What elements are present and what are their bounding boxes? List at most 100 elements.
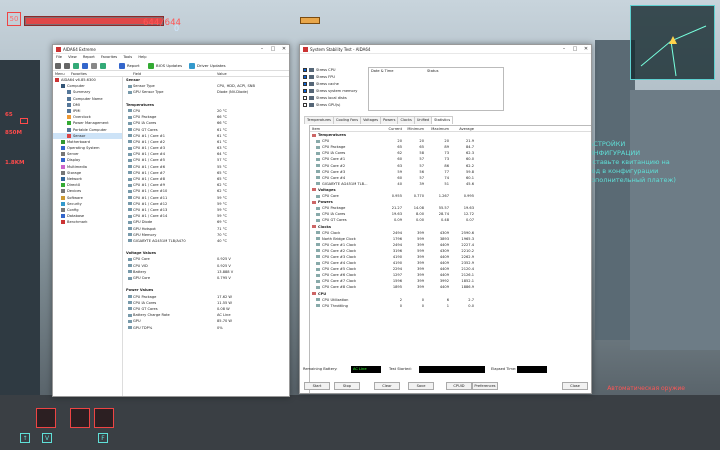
tree-item-label: Storage (67, 170, 82, 175)
tree-item-label: DMI (73, 102, 80, 107)
report-icon[interactable] (119, 63, 125, 69)
checkbox[interactable] (303, 103, 307, 107)
tree-item[interactable]: Benchmark (53, 219, 122, 225)
close-icon[interactable]: ✕ (279, 45, 289, 54)
bios-updates-button[interactable]: BIOS Updates (156, 63, 182, 68)
sensor-icon (128, 128, 132, 131)
aida-tree: AIDA64 v6.85.6300 Computer Summary Computer… (53, 77, 123, 396)
item-icon (316, 182, 320, 186)
stress-check-5[interactable]: Stress GPU(s) (303, 102, 340, 108)
close-button[interactable]: Close (562, 382, 588, 390)
tab-powers[interactable]: Powers (380, 116, 399, 124)
quickslot-3 (94, 408, 114, 428)
component-icon (309, 68, 314, 72)
tree-item-icon (61, 158, 65, 163)
item-icon (316, 304, 320, 308)
sensor-icon (128, 257, 132, 261)
tree-item-icon (61, 146, 65, 151)
close-icon[interactable]: ✕ (581, 45, 591, 54)
aida-sensor-list: Sensor Sensor Type CPU, HDD, ACPI, SNB GPU … (125, 77, 289, 396)
drop-indicator: 0 (174, 24, 180, 33)
menu-view[interactable]: View (68, 55, 77, 59)
stats-minimum: 0 (421, 303, 424, 308)
minimize-icon[interactable]: – (257, 45, 267, 54)
checkbox[interactable] (303, 89, 307, 93)
stats-row[interactable]: CPU Throttling 0 0 1 0.0 (310, 303, 591, 309)
tree-item-icon (61, 195, 65, 200)
checkbox[interactable] (303, 68, 307, 72)
tab-cooling-fans[interactable]: Cooling Fans (333, 116, 362, 124)
save-button[interactable]: Save (408, 382, 434, 390)
tab-unified[interactable]: Unified (413, 116, 433, 124)
driver-icon[interactable] (189, 63, 195, 69)
forward-icon[interactable] (64, 63, 70, 69)
check-label: Stress GPU(s) (316, 103, 341, 107)
up-icon[interactable] (73, 63, 79, 69)
tree-item-label: Multimedia (67, 164, 87, 169)
stop-button[interactable]: Stop (334, 382, 360, 390)
stability-test-window[interactable]: System Stability Test - AIDA64 – □ ✕ Str… (299, 44, 592, 394)
item-icon (316, 157, 320, 161)
user-icon[interactable] (91, 63, 97, 69)
tree-item-icon (61, 207, 65, 212)
item-icon (316, 237, 320, 241)
tab-temperatures[interactable]: Temperatures (304, 116, 334, 124)
menu-report[interactable]: Report (83, 55, 95, 59)
sensor-icon (128, 158, 132, 162)
report-button[interactable]: Report (127, 63, 140, 68)
chart-icon[interactable] (100, 63, 106, 69)
sensor-icon (128, 313, 132, 317)
check-label: Stress FPU (316, 75, 336, 79)
checkbox[interactable] (303, 96, 307, 100)
menu-favorites[interactable]: Favorites (101, 55, 117, 59)
aida-titlebar[interactable]: AIDA64 Extreme – □ ✕ (53, 45, 289, 54)
item-icon (316, 249, 320, 253)
tab-voltages[interactable]: Voltages (360, 116, 382, 124)
sensor-icon (128, 202, 132, 206)
checkbox[interactable] (303, 75, 307, 79)
back-icon[interactable] (55, 63, 61, 69)
maximize-icon[interactable]: □ (268, 45, 278, 54)
statistics-table: Item Current Minimum Maximum Average Tem… (309, 125, 591, 393)
tab-clocks[interactable]: Clocks (397, 116, 415, 124)
tree-item-icon (61, 170, 65, 175)
minimize-icon[interactable]: – (559, 45, 569, 54)
stress-check-3[interactable]: Stress system memory (303, 88, 357, 94)
tab-statistics[interactable]: Statistics (431, 116, 454, 124)
sensor-icon (128, 146, 132, 150)
sensor-icon (128, 227, 132, 230)
check-label: Stress local disks (316, 96, 347, 100)
refresh-icon[interactable] (82, 63, 88, 69)
stress-check-2[interactable]: Stress cache (303, 81, 339, 87)
sst-titlebar[interactable]: System Stability Test - AIDA64 – □ ✕ (300, 45, 591, 54)
menu-tools[interactable]: Tools (123, 55, 132, 59)
preferences-button[interactable]: Preferences (472, 382, 498, 390)
maximize-icon[interactable]: □ (570, 45, 580, 54)
sensor-row[interactable]: GPU TDP% 0% (125, 325, 289, 331)
menu-help[interactable]: Help (138, 55, 146, 59)
stress-check-4[interactable]: Stress local disks (303, 95, 347, 101)
tree-item-icon (61, 183, 65, 188)
tree-item-icon (61, 177, 65, 181)
cpuid-button[interactable]: CPUID (446, 382, 472, 390)
item-icon (316, 267, 320, 271)
clear-button[interactable]: Clear (374, 382, 400, 390)
menu-file[interactable]: File (56, 55, 62, 59)
stress-check-0[interactable]: Stress CPU (303, 67, 336, 73)
bios-icon[interactable] (148, 63, 154, 69)
tree-item-icon (67, 108, 71, 113)
objective-line: вход в конфигурации (584, 167, 659, 175)
tree-item-icon (61, 84, 65, 89)
tree-item-icon (61, 220, 65, 225)
stress-check-1[interactable]: Stress FPU (303, 74, 335, 80)
checkbox[interactable] (303, 82, 307, 86)
sensor-icon (128, 189, 132, 193)
item-icon (316, 170, 320, 174)
start-button[interactable]: Start (304, 382, 330, 390)
sensor-icon (128, 121, 132, 125)
log-header-date: Date & Time (371, 69, 394, 73)
aida64-window[interactable]: AIDA64 Extreme – □ ✕ File View Report Fa… (52, 44, 290, 397)
driver-updates-button[interactable]: Driver Updates (197, 63, 226, 68)
tree-item-label: DirectX (67, 183, 81, 188)
hotkey-v: V (42, 433, 52, 443)
